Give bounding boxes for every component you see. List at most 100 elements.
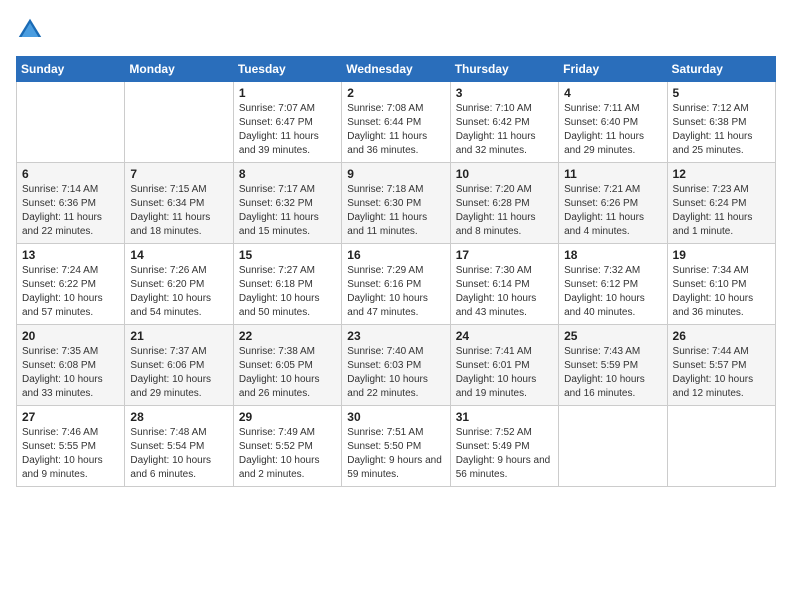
day-info: Sunrise: 7:07 AMSunset: 6:47 PMDaylight:… <box>239 102 336 158</box>
day-info: Sunrise: 7:51 AMSunset: 5:50 PMDaylight:… <box>347 426 444 482</box>
day-number: 19 <box>673 248 770 262</box>
day-cell: 19 Sunrise: 7:34 AMSunset: 6:10 PMDayligh… <box>667 244 775 325</box>
day-info: Sunrise: 7:29 AMSunset: 6:16 PMDaylight:… <box>347 264 444 320</box>
day-number: 3 <box>456 86 553 100</box>
day-info: Sunrise: 7:23 AMSunset: 6:24 PMDaylight:… <box>673 183 770 239</box>
day-number: 17 <box>456 248 553 262</box>
day-number: 13 <box>22 248 119 262</box>
day-number: 20 <box>22 329 119 343</box>
day-number: 15 <box>239 248 336 262</box>
week-row-2: 6Sunrise: 7:14 AMSunset: 6:36 PMDaylight… <box>17 163 776 244</box>
day-cell <box>17 82 125 163</box>
day-info: Sunrise: 7:10 AMSunset: 6:42 PMDaylight:… <box>456 102 553 158</box>
day-cell: 4Sunrise: 7:11 AMSunset: 6:40 PMDaylight… <box>559 82 667 163</box>
day-cell: 31 Sunrise: 7:52 AMSunset: 5:49 PMDayligh… <box>450 406 558 487</box>
day-cell: 9 Sunrise: 7:18 AMSunset: 6:30 PMDaylight… <box>342 163 450 244</box>
day-info: Sunrise: 7:46 AMSunset: 5:55 PMDaylight:… <box>22 426 119 482</box>
day-cell: 22 Sunrise: 7:38 AMSunset: 6:05 PMDayligh… <box>233 325 341 406</box>
week-row-4: 20 Sunrise: 7:35 AMSunset: 6:08 PMDayligh… <box>17 325 776 406</box>
header-sunday: Sunday <box>17 57 125 82</box>
day-info: Sunrise: 7:27 AMSunset: 6:18 PMDaylight:… <box>239 264 336 320</box>
day-info: Sunrise: 7:38 AMSunset: 6:05 PMDaylight:… <box>239 345 336 401</box>
day-cell: 8 Sunrise: 7:17 AMSunset: 6:32 PMDaylight… <box>233 163 341 244</box>
day-cell: 17 Sunrise: 7:30 AMSunset: 6:14 PMDayligh… <box>450 244 558 325</box>
day-cell: 24Sunrise: 7:41 AMSunset: 6:01 PMDayligh… <box>450 325 558 406</box>
day-number: 10 <box>456 167 553 181</box>
day-cell: 18 Sunrise: 7:32 AMSunset: 6:12 PMDayligh… <box>559 244 667 325</box>
day-cell: 7 Sunrise: 7:15 AMSunset: 6:34 PMDaylight… <box>125 163 233 244</box>
day-cell: 29Sunrise: 7:49 AMSunset: 5:52 PMDayligh… <box>233 406 341 487</box>
day-info: Sunrise: 7:08 AMSunset: 6:44 PMDaylight:… <box>347 102 444 158</box>
day-cell: 13Sunrise: 7:24 AMSunset: 6:22 PMDayligh… <box>17 244 125 325</box>
day-number: 9 <box>347 167 444 181</box>
day-number: 11 <box>564 167 661 181</box>
logo <box>16 16 48 44</box>
calendar-header-row: SundayMondayTuesdayWednesdayThursdayFrid… <box>17 57 776 82</box>
day-cell: 11 Sunrise: 7:21 AMSunset: 6:26 PMDayligh… <box>559 163 667 244</box>
day-info: Sunrise: 7:18 AMSunset: 6:30 PMDaylight:… <box>347 183 444 239</box>
day-info: Sunrise: 7:32 AMSunset: 6:12 PMDaylight:… <box>564 264 661 320</box>
calendar-table: SundayMondayTuesdayWednesdayThursdayFrid… <box>16 56 776 487</box>
day-info: Sunrise: 7:37 AMSunset: 6:06 PMDaylight:… <box>130 345 227 401</box>
day-cell <box>125 82 233 163</box>
day-cell: 20 Sunrise: 7:35 AMSunset: 6:08 PMDayligh… <box>17 325 125 406</box>
day-number: 23 <box>347 329 444 343</box>
day-number: 1 <box>239 86 336 100</box>
day-info: Sunrise: 7:52 AMSunset: 5:49 PMDaylight:… <box>456 426 553 482</box>
day-number: 2 <box>347 86 444 100</box>
day-number: 7 <box>130 167 227 181</box>
day-cell: 2 Sunrise: 7:08 AMSunset: 6:44 PMDaylight… <box>342 82 450 163</box>
day-cell: 27 Sunrise: 7:46 AMSunset: 5:55 PMDayligh… <box>17 406 125 487</box>
day-info: Sunrise: 7:41 AMSunset: 6:01 PMDaylight:… <box>456 345 553 401</box>
day-cell: 3 Sunrise: 7:10 AMSunset: 6:42 PMDaylight… <box>450 82 558 163</box>
day-cell: 26 Sunrise: 7:44 AMSunset: 5:57 PMDayligh… <box>667 325 775 406</box>
day-number: 21 <box>130 329 227 343</box>
day-cell: 5 Sunrise: 7:12 AMSunset: 6:38 PMDaylight… <box>667 82 775 163</box>
day-number: 28 <box>130 410 227 424</box>
week-row-1: 1 Sunrise: 7:07 AMSunset: 6:47 PMDaylight… <box>17 82 776 163</box>
week-row-3: 13Sunrise: 7:24 AMSunset: 6:22 PMDayligh… <box>17 244 776 325</box>
day-number: 8 <box>239 167 336 181</box>
day-cell: 12 Sunrise: 7:23 AMSunset: 6:24 PMDayligh… <box>667 163 775 244</box>
header-saturday: Saturday <box>667 57 775 82</box>
day-number: 25 <box>564 329 661 343</box>
day-info: Sunrise: 7:15 AMSunset: 6:34 PMDaylight:… <box>130 183 227 239</box>
day-number: 30 <box>347 410 444 424</box>
day-info: Sunrise: 7:35 AMSunset: 6:08 PMDaylight:… <box>22 345 119 401</box>
day-cell: 1 Sunrise: 7:07 AMSunset: 6:47 PMDaylight… <box>233 82 341 163</box>
day-info: Sunrise: 7:17 AMSunset: 6:32 PMDaylight:… <box>239 183 336 239</box>
day-number: 5 <box>673 86 770 100</box>
day-cell: 25Sunrise: 7:43 AMSunset: 5:59 PMDayligh… <box>559 325 667 406</box>
day-info: Sunrise: 7:49 AMSunset: 5:52 PMDaylight:… <box>239 426 336 482</box>
day-cell: 30 Sunrise: 7:51 AMSunset: 5:50 PMDayligh… <box>342 406 450 487</box>
day-number: 22 <box>239 329 336 343</box>
day-info: Sunrise: 7:12 AMSunset: 6:38 PMDaylight:… <box>673 102 770 158</box>
day-info: Sunrise: 7:44 AMSunset: 5:57 PMDaylight:… <box>673 345 770 401</box>
header-monday: Monday <box>125 57 233 82</box>
day-number: 12 <box>673 167 770 181</box>
day-number: 18 <box>564 248 661 262</box>
day-cell <box>559 406 667 487</box>
day-number: 14 <box>130 248 227 262</box>
day-info: Sunrise: 7:14 AMSunset: 6:36 PMDaylight:… <box>22 183 119 239</box>
day-cell: 28Sunrise: 7:48 AMSunset: 5:54 PMDayligh… <box>125 406 233 487</box>
day-info: Sunrise: 7:30 AMSunset: 6:14 PMDaylight:… <box>456 264 553 320</box>
day-info: Sunrise: 7:21 AMSunset: 6:26 PMDaylight:… <box>564 183 661 239</box>
header-tuesday: Tuesday <box>233 57 341 82</box>
day-number: 16 <box>347 248 444 262</box>
day-info: Sunrise: 7:34 AMSunset: 6:10 PMDaylight:… <box>673 264 770 320</box>
day-number: 26 <box>673 329 770 343</box>
day-cell: 14 Sunrise: 7:26 AMSunset: 6:20 PMDayligh… <box>125 244 233 325</box>
page-header <box>16 16 776 44</box>
day-cell: 16 Sunrise: 7:29 AMSunset: 6:16 PMDayligh… <box>342 244 450 325</box>
day-cell: 6Sunrise: 7:14 AMSunset: 6:36 PMDaylight… <box>17 163 125 244</box>
day-cell: 10Sunrise: 7:20 AMSunset: 6:28 PMDayligh… <box>450 163 558 244</box>
day-number: 31 <box>456 410 553 424</box>
day-info: Sunrise: 7:26 AMSunset: 6:20 PMDaylight:… <box>130 264 227 320</box>
header-friday: Friday <box>559 57 667 82</box>
day-cell: 21 Sunrise: 7:37 AMSunset: 6:06 PMDayligh… <box>125 325 233 406</box>
calendar-body: 1 Sunrise: 7:07 AMSunset: 6:47 PMDaylight… <box>17 82 776 487</box>
day-number: 4 <box>564 86 661 100</box>
day-cell <box>667 406 775 487</box>
day-number: 27 <box>22 410 119 424</box>
